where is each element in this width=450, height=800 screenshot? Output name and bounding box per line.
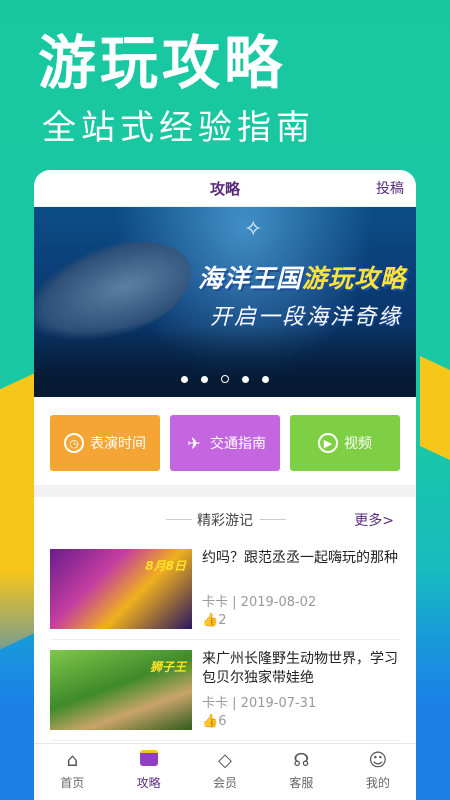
banner-headline-prefix: 海洋王国 — [197, 264, 302, 293]
transport-guide-button[interactable]: ✈ 交通指南 — [170, 415, 280, 471]
tab-service[interactable]: ☊ 客服 — [263, 744, 339, 800]
clock-icon: ◷ — [64, 433, 84, 453]
tab-profile[interactable]: ☺ 我的 — [340, 744, 416, 800]
carousel-dot-active[interactable] — [221, 375, 229, 383]
banner-headline: 海洋王国游玩攻略 — [198, 259, 406, 295]
article-title: 来广州长隆野生动物世界，学习包贝尔独家带娃绝 — [202, 651, 398, 686]
article-author: 卡卡 — [202, 595, 229, 610]
carousel-dot[interactable] — [180, 376, 188, 383]
promo-subtitle: 全站式经验指南 — [42, 108, 315, 148]
promo-title: 游玩攻略 — [38, 29, 287, 97]
thumbs-up-icon: 👍 — [202, 613, 219, 628]
tab-label: 攻略 — [136, 776, 161, 790]
show-times-button[interactable]: ◷ 表演时间 — [50, 415, 160, 471]
home-icon: ⌂ — [66, 750, 78, 771]
divider — [260, 519, 286, 520]
play-icon: ▶ — [318, 433, 338, 453]
tab-label: 首页 — [60, 776, 85, 790]
plane-icon: ✈ — [187, 433, 201, 453]
video-button[interactable]: ▶ 视频 — [290, 415, 400, 471]
tab-label: 我的 — [365, 776, 390, 790]
article-item[interactable]: 狮子王 来广州长隆野生动物世界，学习包贝尔独家带娃绝 卡卡 | 2019-07-… — [50, 640, 400, 741]
diamond-icon: ◇ — [218, 750, 232, 771]
thumbs-up-icon: 👍 — [202, 714, 219, 729]
headset-icon: ☊ — [293, 750, 310, 771]
thumbnail-badge: 8月8日 — [145, 559, 186, 573]
tab-home[interactable]: ⌂ 首页 — [34, 744, 110, 800]
tab-member[interactable]: ◇ 会员 — [187, 744, 263, 800]
more-link[interactable]: 更多> — [354, 510, 394, 530]
contribute-button[interactable]: 投稿 — [376, 178, 404, 198]
banner-headline-highlight: 游玩攻略 — [301, 264, 406, 293]
banner-subline: 开启一段海洋奇缘 — [209, 305, 402, 330]
banner-carousel[interactable]: ✧ 海洋王国游玩攻略 开启一段海洋奇缘 — [34, 207, 416, 397]
top-bar: 攻略 投稿 — [34, 170, 416, 207]
article-title: 约吗？跟范丞丞一起嗨玩的那种 — [202, 550, 398, 566]
tab-label: 会员 — [213, 776, 238, 790]
tile-label: 视频 — [344, 436, 372, 452]
tile-label: 交通指南 — [210, 436, 266, 452]
tab-guide[interactable]: 攻略 — [110, 744, 186, 800]
page-title: 攻略 — [209, 180, 240, 198]
tile-label: 表演时间 — [90, 436, 146, 452]
article-author: 卡卡 — [202, 696, 229, 711]
article-meta: 卡卡 | 2019-08-02 — [202, 595, 317, 610]
quick-entry-tiles: ◷ 表演时间 ✈ 交通指南 ▶ 视频 — [34, 397, 416, 471]
app-screen: 攻略 投稿 ✧ 海洋王国游玩攻略 开启一段海洋奇缘 ◷ 表演时间 ✈ 交通指南 … — [34, 170, 416, 800]
article-likes: 👍2 — [202, 613, 226, 628]
guide-icon — [110, 750, 186, 772]
article-thumbnail: 狮子王 — [50, 650, 192, 730]
user-icon: ☺ — [368, 750, 388, 771]
article-meta: 卡卡 | 2019-07-31 — [202, 696, 317, 711]
carousel-dot[interactable] — [262, 376, 270, 383]
bottom-tab-bar: ⌂ 首页 攻略 ◇ 会员 ☊ 客服 ☺ 我的 — [34, 743, 416, 800]
section-header: 精彩游记 更多> — [34, 497, 416, 539]
diver-icon: ✧ — [244, 217, 263, 242]
article-likes: 👍6 — [202, 714, 226, 729]
article-item[interactable]: 8月8日 约吗？跟范丞丞一起嗨玩的那种 卡卡 | 2019-08-02 👍2 — [50, 539, 400, 640]
like-count: 2 — [218, 613, 227, 628]
article-thumbnail: 8月8日 — [50, 549, 192, 629]
divider — [34, 485, 416, 497]
tab-label: 客服 — [289, 776, 314, 790]
article-date: 2019-08-02 — [240, 595, 317, 610]
carousel-dot[interactable] — [200, 376, 208, 383]
article-date: 2019-07-31 — [240, 696, 317, 711]
carousel-dots — [34, 368, 416, 387]
carousel-dot[interactable] — [242, 376, 250, 383]
like-count: 6 — [218, 714, 227, 729]
thumbnail-badge: 狮子王 — [149, 660, 186, 674]
